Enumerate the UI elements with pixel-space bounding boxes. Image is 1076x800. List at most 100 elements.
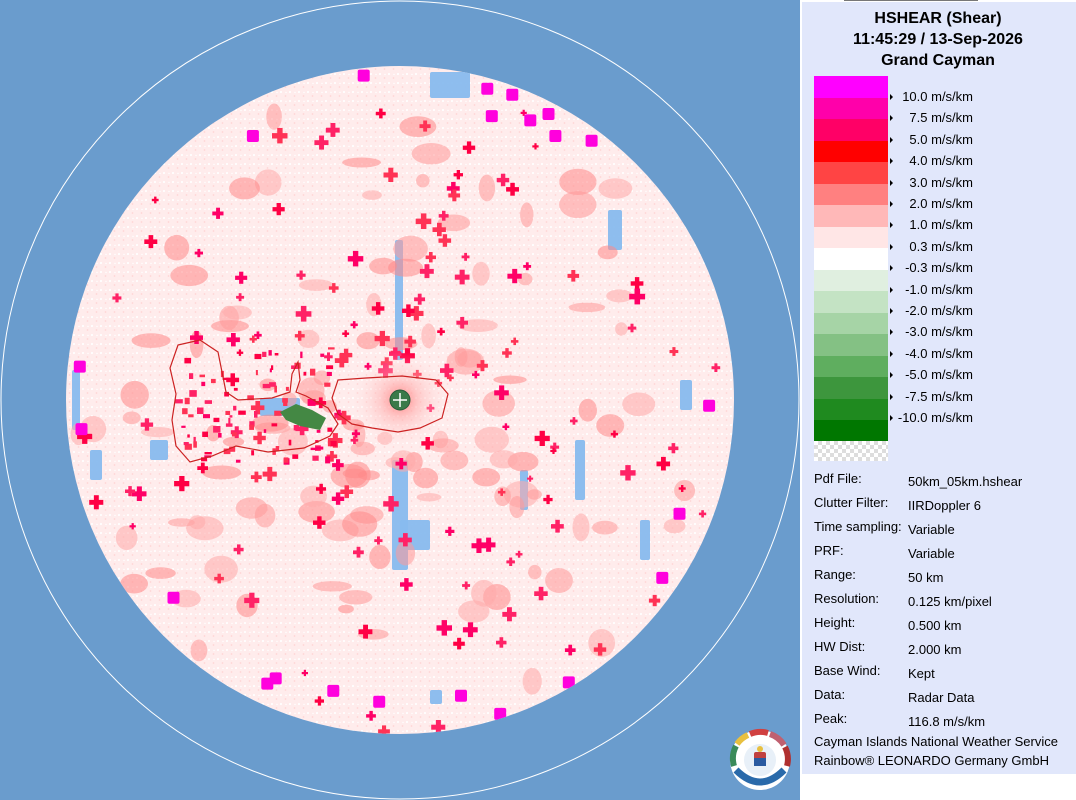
shear-cell <box>115 293 119 303</box>
legend-label-text: 7.5 m/s/km <box>909 110 973 126</box>
info-key: Height: <box>814 615 856 630</box>
legend-label-text: -1.0 m/s/km <box>905 281 973 297</box>
echo-plume <box>115 525 138 551</box>
clutter-cell <box>193 436 196 442</box>
echo-plume <box>572 513 590 542</box>
info-value: 50km_05km.hshear <box>908 474 1023 489</box>
shear-cell <box>382 725 387 734</box>
clutter-cell <box>204 400 212 404</box>
clutter-cell <box>189 390 197 397</box>
shear-cell <box>148 235 154 249</box>
site-name: Grand Cayman <box>881 52 995 69</box>
echo-plume <box>421 323 436 349</box>
shear-cell <box>464 581 468 590</box>
clutter-cell <box>184 357 192 364</box>
clutter-cell <box>181 425 186 428</box>
legend-label-text: 0.3 m/s/km <box>909 238 973 254</box>
shear-cell <box>267 466 273 482</box>
legend-swatch <box>814 183 888 205</box>
shear-cell <box>353 436 356 444</box>
shear-cell <box>408 335 413 348</box>
clutter-cell <box>262 351 267 357</box>
clutter-cell <box>225 410 231 415</box>
shear-cell <box>238 293 242 302</box>
info-value: 0.125 km/pixel <box>908 594 992 609</box>
product-title: HSHEAR (Shear) <box>874 10 1002 27</box>
shear-cell <box>500 488 503 496</box>
no-data-streak <box>680 380 692 410</box>
info-value: 50 km <box>908 570 944 585</box>
echo-plume <box>596 414 625 437</box>
clutter-cell <box>293 425 300 431</box>
echo-plume <box>522 667 542 695</box>
no-data-streak <box>72 370 80 430</box>
echo-plume <box>509 495 525 519</box>
cayman-nws-logo <box>729 728 791 790</box>
no-data-streak <box>90 450 102 480</box>
legend-label-text: -0.3 m/s/km <box>905 260 973 276</box>
echo-plume <box>568 302 606 313</box>
shear-peak <box>542 108 555 120</box>
shear-cell <box>459 269 465 285</box>
shear-cell <box>399 458 404 470</box>
echo-plume <box>527 489 542 500</box>
info-key: HW Dist: <box>814 639 866 654</box>
legend-swatch <box>814 248 888 270</box>
echo-plume <box>190 639 208 662</box>
info-value: Kept <box>908 666 935 681</box>
shear-cell <box>525 262 529 271</box>
shear-cell <box>499 637 504 648</box>
shear-cell <box>252 335 255 343</box>
legend-label: -4.0 m/s/km <box>888 346 973 361</box>
shear-cell <box>625 465 631 481</box>
echo-plume <box>164 234 190 261</box>
radar-display[interactable] <box>0 0 800 800</box>
shear-cell <box>466 141 472 154</box>
legend-label: -2.0 m/s/km <box>888 303 973 318</box>
info-key: PRF: <box>814 543 844 558</box>
clutter-cell <box>175 399 183 404</box>
clutter-cell <box>326 365 334 370</box>
legend-swatch <box>814 162 888 184</box>
shear-cell <box>388 167 394 182</box>
echo-plume <box>122 411 141 425</box>
info-value: IIRDoppler 6 <box>908 498 981 513</box>
color-legend <box>814 76 888 442</box>
clutter-cell <box>330 440 337 447</box>
shear-cell <box>504 423 508 431</box>
info-key: Range: <box>814 567 856 582</box>
shear-cell <box>417 293 422 305</box>
shear-cell <box>672 347 676 356</box>
shear-cell <box>335 492 341 505</box>
shear-cell <box>467 622 474 638</box>
echo-plume <box>388 258 424 277</box>
shear-cell <box>388 496 394 512</box>
shear-cell <box>299 270 303 280</box>
legend-label: 5.0 m/s/km <box>888 132 973 147</box>
info-key: Resolution: <box>814 591 880 606</box>
echo-plume <box>493 375 527 384</box>
shear-cell <box>661 456 666 471</box>
echo-plume <box>342 157 382 168</box>
clutter-cell <box>211 378 216 384</box>
clutter-cell <box>310 447 318 451</box>
shear-cell <box>539 430 545 446</box>
clutter-cell <box>300 351 303 359</box>
legend-swatch <box>814 119 888 141</box>
clutter-cell <box>233 405 237 411</box>
clutter-cell <box>324 382 331 387</box>
shear-cell <box>476 538 482 553</box>
shear-peak <box>167 591 180 604</box>
shear-cell <box>277 127 283 144</box>
echo-plume <box>471 579 497 607</box>
shear-peak <box>656 571 669 584</box>
radar-site-marker-icon[interactable] <box>389 389 411 411</box>
no-data-streak <box>640 520 650 560</box>
legend-label-text: -5.0 m/s/km <box>905 367 973 383</box>
info-value: 116.8 m/s/km <box>908 714 986 729</box>
clutter-cell <box>238 410 246 415</box>
shear-cell <box>369 710 373 721</box>
clutter-cell <box>204 452 212 455</box>
legend-label: 10.0 m/s/km <box>888 89 973 104</box>
clutter-cell <box>218 433 222 438</box>
